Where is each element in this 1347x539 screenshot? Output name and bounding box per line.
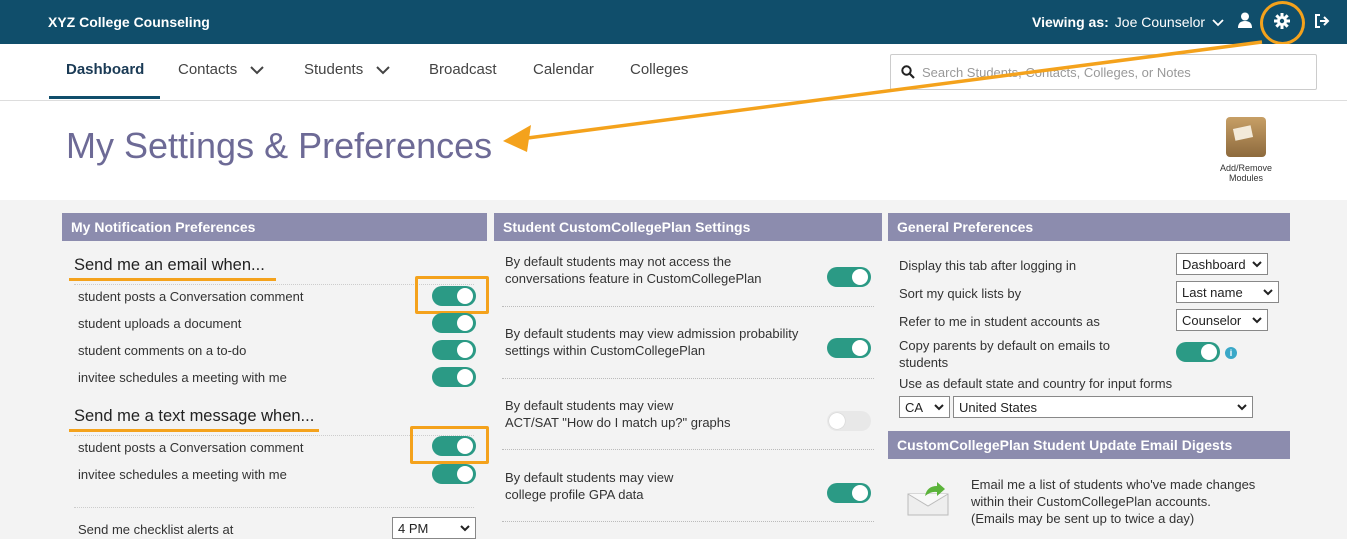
refer-select[interactable]: Counselor [1176,309,1268,331]
chevron-down-icon [1263,288,1273,296]
envelope-icon [907,480,949,516]
checklist-time-select[interactable]: 4 PM [392,517,476,539]
checklist-time-value: 4 PM [398,520,429,536]
text-meeting-toggle[interactable] [432,464,476,484]
copy-parents-toggle[interactable] [1176,342,1220,362]
ccp-setting-line: By default students may not access the [505,254,732,269]
ccp-setting-line: conversations feature in CustomCollegePl… [505,271,762,286]
default-tab-select[interactable]: Dashboard [1176,253,1268,275]
country-select[interactable]: United States [953,396,1253,418]
copy-parents-line: Copy parents by default on emails to [899,338,1111,353]
toggle-highlight [415,276,489,314]
checklist-label: Send me checklist alerts at [78,522,234,537]
state-country-label: Use as default state and country for inp… [899,376,1173,391]
email-meeting-toggle[interactable] [432,367,476,387]
ccp-setting-line: settings within CustomCollegePlan [505,343,706,358]
chevron-down-icon [1237,403,1247,411]
sort-label: Sort my quick lists by [899,286,1022,301]
email-item-label: student comments on a to-do [78,343,247,358]
state-value: CA [905,399,924,415]
digest-line: Email me a list of students who've made … [971,477,1256,492]
ccp-setting-line: college profile GPA data [505,487,644,502]
copy-parents-line: students [899,355,949,370]
divider [502,521,874,522]
divider [502,306,874,307]
refer-value: Counselor [1182,312,1242,328]
state-select[interactable]: CA [899,396,950,418]
chevron-down-icon [1252,260,1262,268]
digest-line: (Emails may be sent up to twice a day) [971,511,1195,526]
email-section-heading: Send me an email when... [74,256,265,274]
chevron-down-icon [934,403,944,411]
default-tab-value: Dashboard [1182,256,1246,272]
ccp-gpa-toggle[interactable] [827,483,871,503]
default-tab-label: Display this tab after logging in [899,258,1077,273]
copy-parents-label: Copy parents by default on emails to stud… [899,337,1110,371]
ccp-setting-label: By default students may not access the co… [505,253,762,287]
divider [74,507,474,508]
ccp-setting-label: By default students may view admission p… [505,325,798,359]
chevron-down-icon [1252,316,1262,324]
email-item-label: student uploads a document [78,316,242,331]
ccp-actsat-toggle[interactable] [827,411,871,431]
ccp-setting-label: By default students may view college prof… [505,469,673,503]
text-section-heading: Send me a text message when... [74,407,315,425]
sort-select[interactable]: Last name [1176,281,1279,303]
info-icon[interactable]: i [1225,347,1237,359]
ccp-admission-toggle[interactable] [827,338,871,358]
refer-label: Refer to me in student accounts as [899,314,1100,329]
sort-value: Last name [1182,284,1243,300]
divider [502,449,874,450]
ccp-setting-line: ACT/SAT "How do I match up?" graphs [505,415,731,430]
country-value: United States [959,399,1038,415]
ccp-setting-line: By default students may view [505,470,674,485]
digest-line: within their CustomCollegePlan accounts. [971,494,1211,509]
email-todo-toggle[interactable] [432,340,476,360]
digest-panel-header: CustomCollegePlan Student Update Email D… [888,431,1290,459]
text-item-label: invitee schedules a meeting with me [78,467,287,482]
ccp-setting-line: By default students may view admission p… [505,326,799,341]
ccp-setting-line: By default students may view [505,398,674,413]
toggle-highlight [410,426,489,464]
text-item-label: student posts a Conversation comment [78,440,304,455]
divider [502,378,874,379]
email-item-label: student posts a Conversation comment [78,289,304,304]
email-item-label: invitee schedules a meeting with me [78,370,287,385]
divider [74,284,474,285]
chevron-down-icon [460,524,470,532]
notifications-panel-header: My Notification Preferences [62,213,487,241]
digest-description: Email me a list of students who've made … [971,476,1255,527]
ccp-panel-header: Student CustomCollegePlan Settings [494,213,882,241]
ccp-conversations-toggle[interactable] [827,267,871,287]
general-panel-header: General Preferences [888,213,1290,241]
email-heading-underline [69,278,276,281]
ccp-setting-label: By default students may view ACT/SAT "How… [505,397,731,431]
text-heading-underline [69,429,319,432]
email-upload-toggle[interactable] [432,313,476,333]
